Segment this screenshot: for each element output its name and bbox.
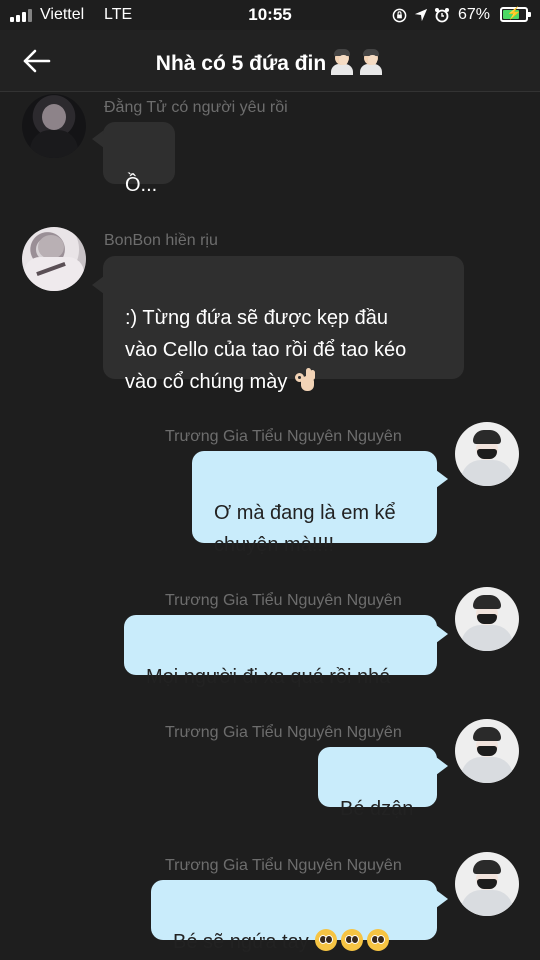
pleading-face-icon	[340, 929, 363, 951]
avatar[interactable]	[455, 587, 519, 651]
ok-hand-icon	[293, 368, 316, 392]
bubble-tail	[436, 890, 448, 908]
alarm-icon	[435, 8, 449, 23]
bubble-tail	[436, 625, 448, 643]
battery-percent: 67%	[458, 6, 491, 23]
bubble-tail	[436, 470, 448, 488]
message-text: Ồ...	[125, 174, 158, 196]
sender-name: Đằng Tử có người yêu rồi	[104, 99, 288, 116]
message-text: :) Từng đứa sẽ được kẹp đầu vào Cello củ…	[125, 307, 407, 393]
sender-name: Trương Gia Tiểu Nguyên Nguyên	[165, 428, 402, 445]
avatar[interactable]	[22, 227, 86, 291]
chat-title[interactable]: Nhà có 5 đứa đin	[0, 49, 540, 76]
location-icon	[414, 8, 428, 22]
chat-header: Nhà có 5 đứa đin	[0, 30, 540, 92]
screen-lock-icon	[392, 8, 407, 23]
message-text: Bé sẽ ngứa tay	[173, 931, 309, 953]
sender-name: BonBon hiền rịu	[104, 232, 218, 249]
battery-charging-icon: ⚡	[500, 6, 531, 22]
avatar[interactable]	[455, 719, 519, 783]
message-text: Ơ mà đang là em kể chuyện mà!!!!	[214, 502, 396, 556]
message-bubble[interactable]: Mọi người đi xa quá rồi nhá	[124, 615, 437, 688]
message-bubble[interactable]: :) Từng đứa sẽ được kẹp đầu vào Cello củ…	[103, 256, 464, 393]
avatar[interactable]	[22, 94, 86, 158]
message-bubble[interactable]: Ồ...	[103, 122, 175, 196]
avatar[interactable]	[455, 422, 519, 486]
sender-name: Trương Gia Tiểu Nguyên Nguyên	[165, 592, 402, 609]
message-bubble[interactable]: Ơ mà đang là em kể chuyện mà!!!!	[192, 451, 437, 556]
message-text: Bé dzận	[340, 798, 414, 820]
sender-name: Trương Gia Tiểu Nguyên Nguyên	[165, 724, 402, 741]
pleading-face-icon	[314, 929, 337, 951]
message-text: Mọi người đi xa quá rồi nhá	[146, 666, 391, 688]
bubble-tail	[436, 757, 448, 775]
message-bubble[interactable]: Bé sẽ ngứa tay	[151, 880, 437, 953]
status-bar: Viettel LTE 10:55 67% ⚡	[0, 0, 540, 30]
sender-name: Trương Gia Tiểu Nguyên Nguyên	[165, 857, 402, 874]
facepalm-icon	[358, 49, 384, 75]
message-bubble[interactable]: Bé dzận	[318, 747, 437, 820]
chat-title-text: Nhà có 5 đứa đin	[155, 52, 327, 75]
avatar[interactable]	[455, 852, 519, 916]
pleading-face-icon	[366, 929, 389, 951]
facepalm-icon	[329, 49, 355, 75]
